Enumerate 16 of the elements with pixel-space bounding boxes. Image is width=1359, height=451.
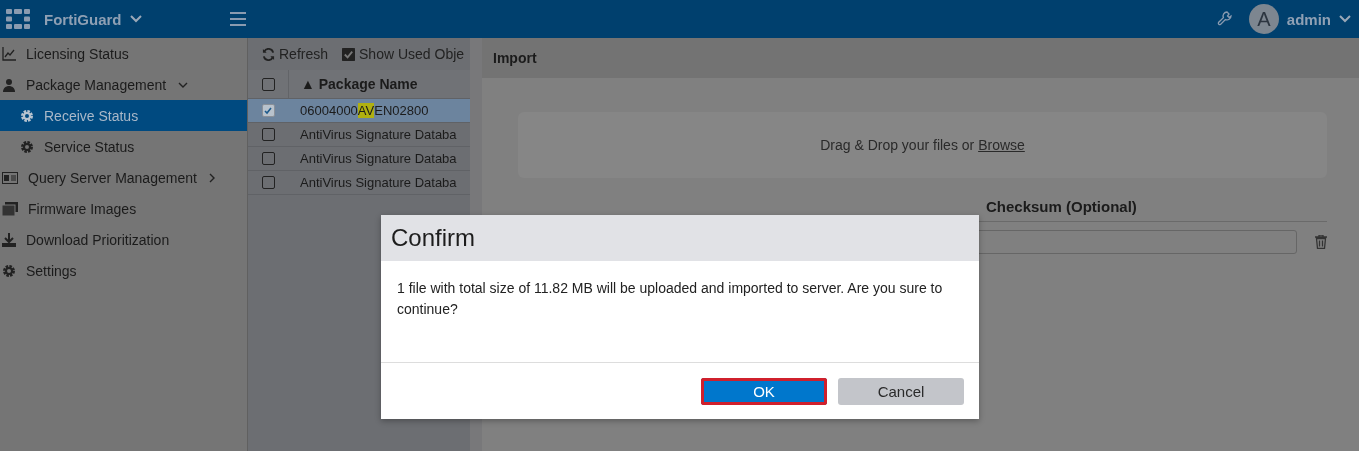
- dialog-message: 1 file with total size of 11.82 MB will be uploaded and imported to server. Are you sure to continue?: [397, 280, 943, 317]
- column-header: Checksum (Optional): [986, 198, 1137, 215]
- dialog-title: Confirm: [381, 215, 979, 261]
- nav-label: Download Prioritization: [26, 231, 170, 248]
- nav-label: Service Status: [44, 138, 135, 155]
- nav-label: Receive Status: [44, 107, 139, 124]
- nav-label: Licensing Status: [26, 45, 129, 62]
- table-cell-text: AntiVirus Signature Databa: [299, 175, 457, 190]
- table-cell-text: AntiVirus Signature Databa: [299, 151, 457, 166]
- nav-label: Package Management: [26, 76, 167, 93]
- nav-label: Settings: [26, 262, 77, 279]
- nav-label: Firmware Images: [28, 200, 137, 217]
- table-cell-text: AntiVirus Signature Databa: [299, 127, 457, 142]
- drop-instruction: Drag & Drop your files or Browse: [820, 137, 1025, 153]
- nav-label: Query Server Management: [28, 169, 197, 186]
- panel-title: Import: [482, 38, 1359, 78]
